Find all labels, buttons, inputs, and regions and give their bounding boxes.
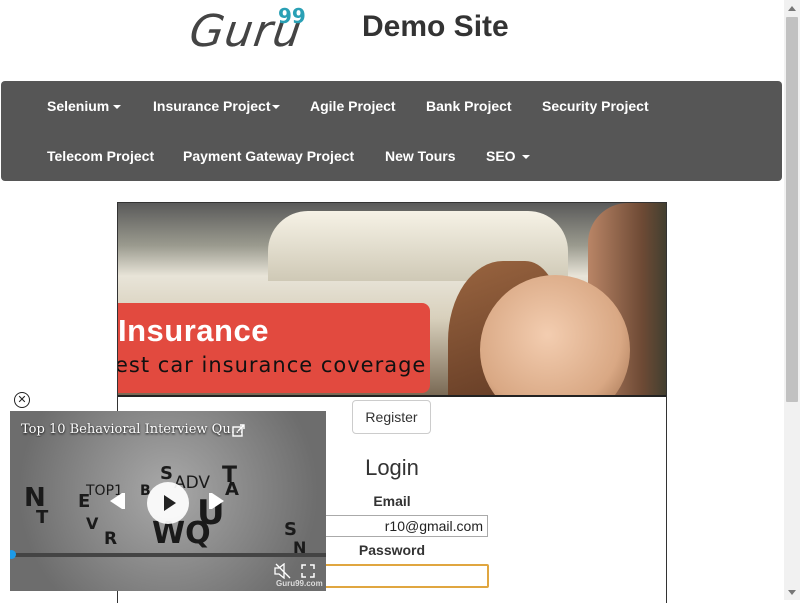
- scroll-up-button[interactable]: [784, 0, 800, 16]
- close-video-button[interactable]: ✕: [14, 392, 30, 408]
- next-icon[interactable]: [208, 491, 226, 511]
- nav-item-seo[interactable]: SEO: [486, 148, 530, 164]
- nav-item-payment-gateway-project[interactable]: Payment Gateway Project: [183, 148, 354, 164]
- video-word: S: [284, 519, 297, 540]
- guru99-logo[interactable]: Guru 99: [186, 4, 305, 57]
- video-player[interactable]: N T TOP1 E V R B S ADV T A U WQ S N Top …: [10, 411, 326, 591]
- site-header: Guru 99 Demo Site: [0, 0, 784, 80]
- caret-down-icon: [521, 155, 530, 160]
- play-button[interactable]: [147, 482, 189, 524]
- email-value: r10@gmail.com: [384, 518, 483, 534]
- video-word: A: [225, 479, 239, 500]
- nav-item-telecom-project[interactable]: Telecom Project: [47, 148, 154, 164]
- video-title[interactable]: Top 10 Behavioral Interview Ques…: [21, 422, 246, 437]
- video-progress-knob[interactable]: [10, 550, 16, 559]
- scroll-down-button[interactable]: [784, 584, 800, 600]
- main-navbar: Selenium Insurance Project Agile Project…: [1, 81, 782, 181]
- fullscreen-icon[interactable]: [301, 564, 315, 578]
- nav-item-bank-project[interactable]: Bank Project: [426, 98, 512, 114]
- site-title: Demo Site: [362, 10, 509, 43]
- video-word: S: [160, 463, 173, 484]
- banner-subtitle: est car insurance coverage: [118, 353, 427, 377]
- nav-item-label: Selenium: [47, 98, 110, 114]
- nav-item-insurance-project[interactable]: Insurance Project: [153, 98, 280, 114]
- nav-item-selenium[interactable]: Selenium: [47, 98, 122, 114]
- video-watermark: Guru99.com: [276, 579, 323, 588]
- nav-item-agile-project[interactable]: Agile Project: [310, 98, 396, 114]
- share-icon[interactable]: [232, 423, 246, 437]
- video-word: T: [36, 507, 49, 528]
- video-word: E: [78, 491, 91, 512]
- nav-item-label: Insurance Project: [153, 98, 271, 114]
- register-button[interactable]: Register: [352, 400, 431, 434]
- video-word: V: [86, 514, 99, 533]
- caret-down-icon: [113, 105, 122, 110]
- video-word: R: [104, 529, 118, 549]
- arrow-up-icon: [788, 5, 796, 11]
- muted-speaker-icon[interactable]: [274, 563, 292, 579]
- nav-item-label: SEO: [486, 148, 516, 164]
- caret-down-icon: [271, 105, 280, 110]
- scroll-thumb[interactable]: [786, 17, 798, 402]
- video-progress-bar[interactable]: [10, 550, 326, 559]
- play-icon: [163, 495, 176, 511]
- arrow-down-icon: [788, 589, 796, 595]
- banner-title: Insurance: [118, 313, 269, 348]
- previous-icon[interactable]: [108, 491, 126, 511]
- nav-item-security-project[interactable]: Security Project: [542, 98, 649, 114]
- nav-item-new-tours[interactable]: New Tours: [385, 148, 456, 164]
- insurance-banner: Insurance est car insurance coverage: [118, 203, 666, 397]
- logo-superscript: 99: [278, 4, 306, 28]
- vertical-scrollbar[interactable]: [784, 0, 800, 600]
